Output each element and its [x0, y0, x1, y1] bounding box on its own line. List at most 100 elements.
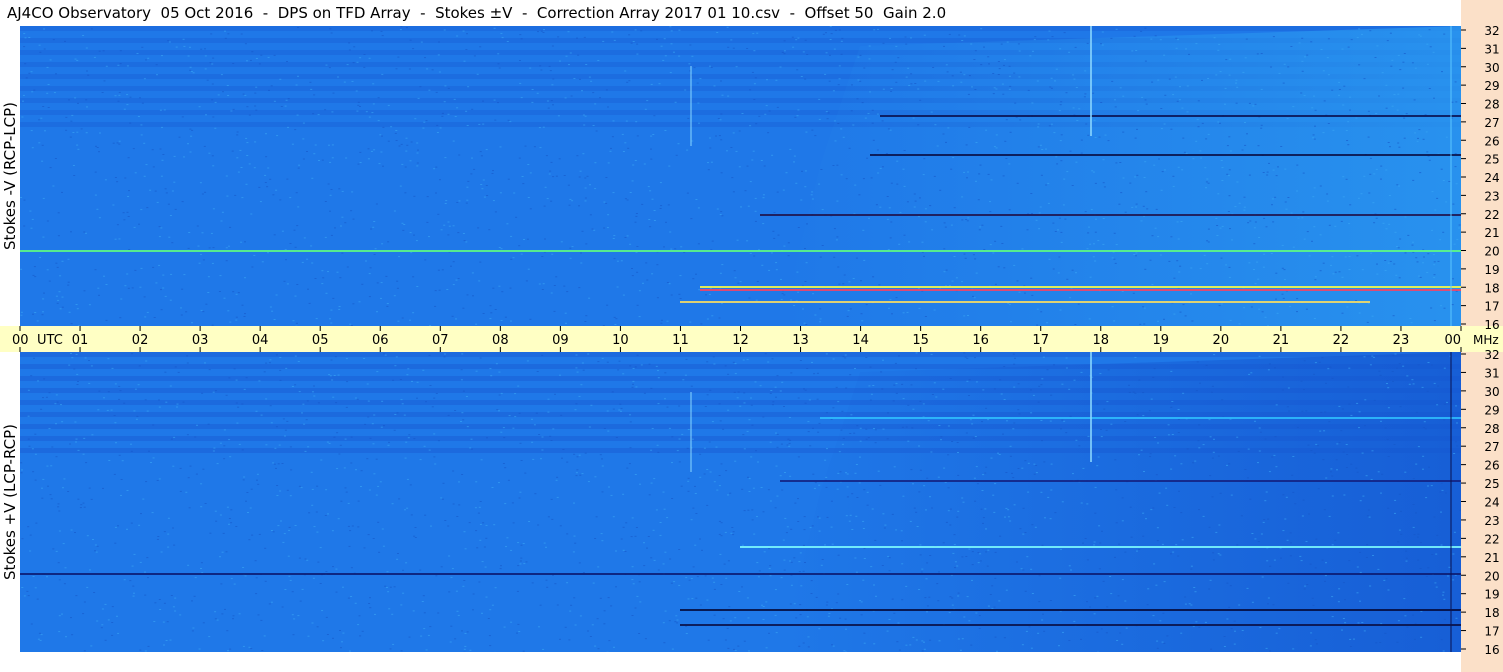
- noise-speck: [644, 638, 647, 640]
- noise-speck: [1348, 223, 1351, 225]
- noise-speck: [1143, 307, 1146, 309]
- noise-speck: [41, 487, 43, 489]
- noise-speck: [463, 648, 466, 650]
- noise-speck: [872, 139, 875, 141]
- noise-speck: [424, 514, 427, 516]
- noise-speck: [443, 224, 446, 226]
- noise-speck: [848, 281, 851, 283]
- noise-speck: [219, 556, 221, 558]
- noise-speck: [1156, 647, 1159, 649]
- noise-speck: [1361, 269, 1364, 271]
- noise-speck: [1275, 466, 1278, 468]
- noise-speck: [44, 130, 46, 132]
- noise-speck: [344, 487, 347, 489]
- noise-speck: [225, 260, 228, 262]
- noise-speck: [1094, 182, 1097, 184]
- noise-speck: [720, 584, 723, 585]
- noise-speck: [1033, 473, 1036, 475]
- noise-speck: [845, 178, 848, 180]
- noise-speck: [1292, 456, 1295, 457]
- noise-speck: [993, 146, 996, 148]
- noise-speck: [1432, 51, 1435, 53]
- noise-speck: [77, 102, 79, 104]
- noise-speck: [274, 447, 277, 449]
- noise-speck: [1111, 80, 1114, 82]
- noise-speck: [1160, 189, 1163, 191]
- noise-speck: [1000, 225, 1003, 227]
- noise-speck: [806, 368, 809, 369]
- freq-tick-label: 26: [1484, 134, 1499, 148]
- noise-speck: [977, 562, 980, 564]
- noise-speck: [549, 435, 552, 437]
- noise-speck: [835, 602, 838, 604]
- noise-speck: [1423, 421, 1426, 423]
- noise-speck: [761, 264, 764, 266]
- noise-speck: [1373, 173, 1376, 175]
- noise-speck: [1387, 387, 1390, 389]
- noise-speck: [233, 368, 236, 370]
- noise-speck: [160, 227, 163, 229]
- noise-speck: [23, 199, 26, 201]
- noise-speck: [551, 253, 554, 255]
- noise-speck: [562, 449, 565, 450]
- noise-speck: [571, 200, 574, 202]
- noise-speck: [264, 580, 267, 582]
- noise-speck: [1303, 360, 1306, 362]
- noise-speck: [1046, 369, 1049, 371]
- noise-speck: [1177, 238, 1180, 240]
- noise-speck: [364, 423, 367, 425]
- noise-speck: [732, 132, 735, 134]
- noise-speck: [774, 589, 777, 591]
- noise-speck: [1392, 315, 1395, 317]
- noise-speck: [868, 385, 871, 387]
- noise-speck: [1207, 228, 1210, 230]
- noise-speck: [804, 39, 807, 41]
- noise-speck: [846, 584, 849, 585]
- noise-speck: [566, 582, 569, 584]
- noise-speck: [997, 266, 1000, 268]
- noise-speck: [692, 278, 695, 280]
- noise-speck: [239, 149, 242, 151]
- noise-speck: [58, 631, 61, 633]
- noise-speck: [945, 269, 948, 271]
- noise-speck: [887, 412, 889, 414]
- noise-speck: [1181, 539, 1184, 541]
- noise-speck: [648, 494, 651, 496]
- noise-speck: [953, 207, 956, 209]
- noise-speck: [982, 389, 985, 391]
- noise-speck: [412, 610, 415, 612]
- noise-speck: [1340, 220, 1343, 222]
- freq-tick-label: 22: [1484, 208, 1499, 222]
- noise-speck: [1060, 134, 1063, 136]
- noise-speck: [428, 449, 431, 451]
- noise-speck: [1326, 200, 1329, 202]
- noise-speck: [1250, 372, 1253, 374]
- noise-speck: [956, 565, 959, 567]
- noise-speck: [1218, 305, 1221, 307]
- noise-speck: [1394, 499, 1397, 501]
- noise-speck: [608, 486, 610, 488]
- noise-speck: [678, 549, 681, 550]
- noise-speck: [1306, 231, 1309, 233]
- noise-speck: [522, 543, 525, 544]
- noise-speck: [1400, 510, 1402, 512]
- noise-speck: [469, 447, 472, 449]
- noise-speck: [276, 485, 279, 486]
- noise-speck: [225, 394, 228, 396]
- noise-speck: [475, 530, 478, 532]
- noise-speck: [167, 546, 170, 548]
- noise-speck: [1135, 252, 1138, 254]
- noise-speck: [1060, 548, 1062, 550]
- noise-speck: [470, 448, 473, 450]
- noise-speck: [1426, 272, 1429, 273]
- noise-speck: [186, 355, 189, 357]
- noise-speck: [666, 320, 669, 322]
- noise-speck: [1284, 201, 1287, 203]
- noise-speck: [746, 48, 749, 49]
- noise-speck: [682, 379, 685, 381]
- noise-speck: [79, 507, 82, 509]
- noise-speck: [1068, 388, 1071, 390]
- noise-speck: [244, 43, 247, 45]
- noise-speck: [1142, 205, 1145, 207]
- noise-speck: [768, 568, 771, 570]
